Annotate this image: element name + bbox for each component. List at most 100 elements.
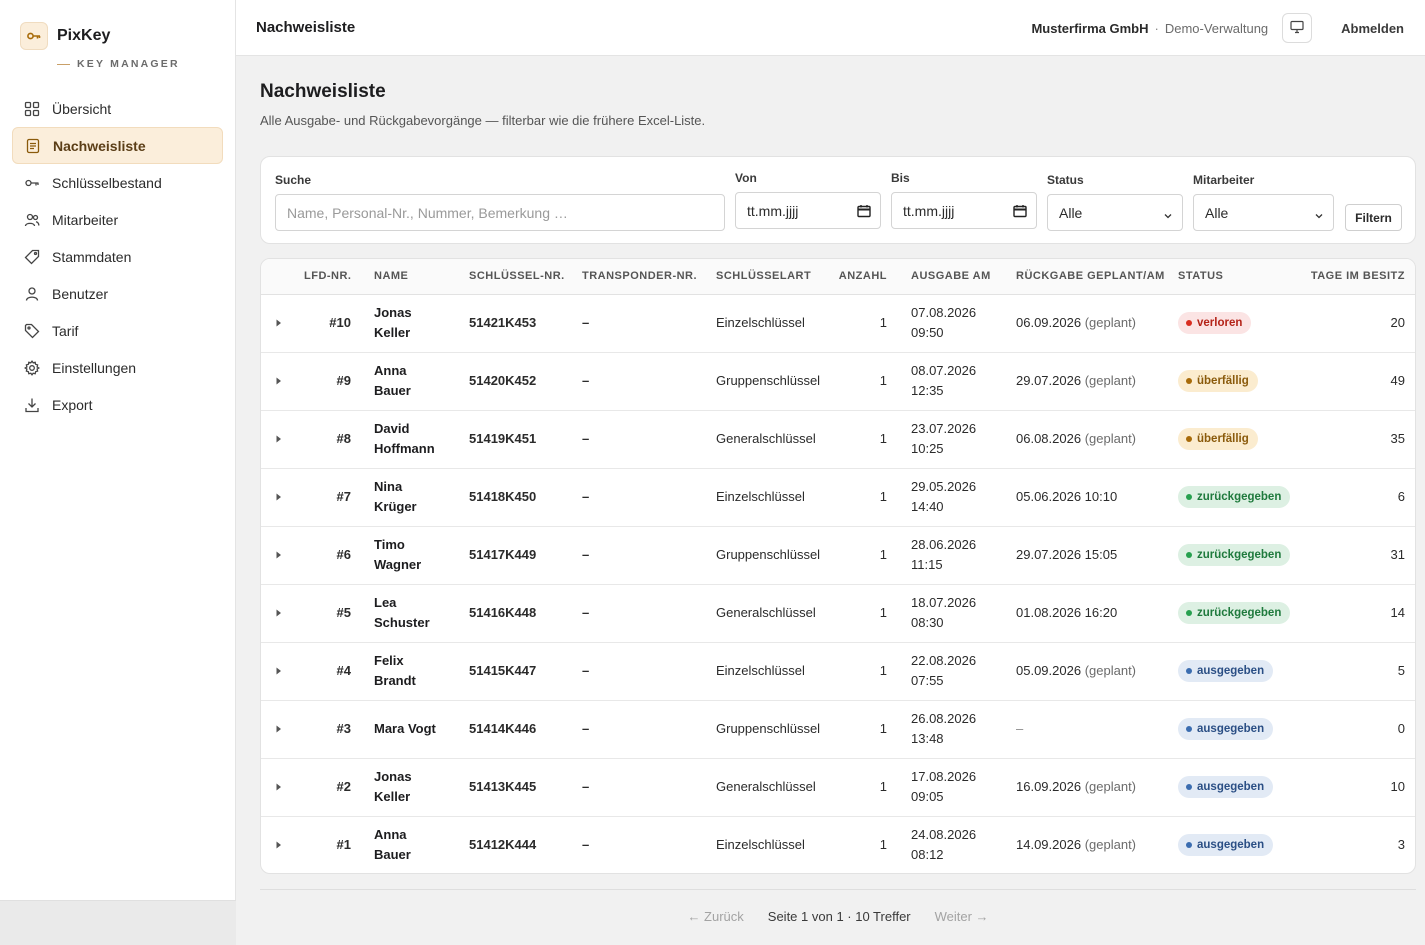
cell-name[interactable]: Nina Krüger [361, 468, 464, 527]
cell-first-name: Anna [374, 827, 407, 843]
cell-issue-day: 18.07.2026 [911, 595, 977, 610]
table-row[interactable]: #9 Anna Bauer 51420K452– Gruppenschlüssel 1 08… [261, 352, 1415, 411]
row-expand-toggle[interactable] [261, 294, 293, 353]
cell-days: 5 [1300, 642, 1415, 701]
cell-count: 1 [831, 352, 905, 411]
table-row[interactable]: #8 David Hoffmann 51419K451– Generalschlüsse… [261, 410, 1415, 469]
sidebar-item-label: Übersicht [52, 100, 112, 117]
cell-name[interactable]: Lea Schuster [361, 584, 464, 643]
brand-subtitle-text: KEY MANAGER [77, 58, 180, 70]
cell-name[interactable]: Mara Vogt [361, 700, 464, 759]
key-icon [24, 175, 40, 191]
pagination-info: Seite 1 von 1 · 10 Treffer [767, 909, 911, 924]
brand-name: PixKey [57, 27, 111, 44]
cell-name[interactable]: Anna Bauer [361, 352, 464, 411]
employee-select[interactable]: Alle [1193, 194, 1334, 231]
employee-label: Mitarbeiter [1193, 173, 1255, 187]
cell-status: überfällig [1172, 410, 1300, 469]
col-transponder-nr[interactable]: TRANSPONDER-NR. [577, 259, 711, 295]
sidebar-item-einstellungen[interactable]: Einstellungen [12, 349, 223, 386]
brand-dash [57, 63, 70, 65]
row-expand-toggle[interactable] [261, 410, 293, 469]
col-days[interactable]: TAGE IM BESITZ [1300, 259, 1415, 295]
logout-button[interactable]: Abmelden [1341, 21, 1404, 36]
col-issue-date[interactable]: AUSGABE AM [905, 259, 1010, 295]
cell-name[interactable]: Jonas Keller [361, 758, 464, 817]
cell-return-date: 16.09.2026 (geplant) [1010, 758, 1172, 817]
sidebar-item-benutzer[interactable]: Benutzer [12, 275, 223, 312]
row-expand-toggle[interactable] [261, 352, 293, 411]
caret-right-icon [276, 431, 282, 446]
row-expand-toggle[interactable] [261, 758, 293, 817]
row-expand-toggle[interactable] [261, 642, 293, 701]
calendar-icon[interactable] [857, 204, 871, 221]
cell-return-date: 05.06.2026 10:10 [1010, 468, 1172, 527]
table-row[interactable]: #7 Nina Krüger 51418K450– Einzelschlüssel 1 29… [261, 468, 1415, 527]
sidebar-item-uebersicht[interactable]: Übersicht [12, 90, 223, 127]
cell-first-name: Jonas [374, 769, 412, 784]
table-row[interactable]: #1 Anna Bauer 51412K444 – Einzelschlüssel 1 24.… [261, 816, 1415, 873]
status-select[interactable]: Alle [1047, 194, 1183, 231]
cell-issue-date: 07.08.2026 09:50 [905, 294, 1010, 353]
cell-transponder-nr: – [577, 584, 711, 643]
sidebar-item-tarif[interactable]: Tarif [12, 312, 223, 349]
cell-key-nr: 51417K449 [464, 526, 577, 585]
sidebar-item-schluesselbestand[interactable]: Schlüsselbestand [12, 164, 223, 201]
cell-status: zurückgegeben [1172, 526, 1300, 585]
cell-status: zurückgegeben [1172, 584, 1300, 643]
status-text: verloren [1197, 317, 1243, 329]
cell-name[interactable]: Anna Bauer [361, 816, 464, 873]
col-return-date[interactable]: RÜCKGABE GEPLANT/AM [1010, 259, 1172, 295]
cell-nr: #4 [293, 642, 361, 701]
display-mode-button[interactable] [1282, 13, 1313, 43]
col-count[interactable]: ANZAHL [831, 259, 905, 295]
status-badge: ausgegeben [1178, 834, 1274, 857]
filter-button[interactable]: Filtern [1345, 204, 1402, 231]
status-badge: ausgegeben [1178, 776, 1274, 798]
cell-nr: #6 [293, 526, 361, 585]
cell-issue-day: 17.08.2026 [911, 769, 977, 784]
sidebar-item-mitarbeiter[interactable]: Mitarbeiter [12, 201, 223, 238]
caret-right-icon [276, 779, 282, 794]
table-row[interactable]: #6 Timo Wagner 51417K449– Gruppenschlüssel 1 2… [261, 526, 1415, 585]
col-name[interactable]: NAME [361, 259, 464, 295]
key-logo-icon [20, 22, 48, 50]
chevron-down-icon [1314, 208, 1324, 224]
status-text: zurückgegeben [1197, 549, 1282, 561]
cell-return-date: – [1010, 700, 1172, 759]
cell-name[interactable]: David Hoffmann [361, 410, 464, 469]
col-nr[interactable]: LFD-NR. [293, 259, 361, 295]
cell-key-nr: 51412K444 [469, 837, 537, 853]
cell-name[interactable]: Jonas Keller [361, 294, 464, 353]
table-row[interactable]: #3 Mara Vogt 51414K446– Gruppenschlüssel 1 26… [261, 700, 1415, 759]
col-key-nr[interactable]: SCHLÜSSEL-NR. [464, 259, 577, 295]
search-input[interactable]: Name, Personal-Nr., Nummer, Bemerkung … [275, 194, 725, 231]
row-expand-toggle[interactable] [261, 816, 293, 873]
col-status[interactable]: STATUS [1172, 259, 1300, 295]
next-page-button[interactable]: Weiter → [935, 909, 989, 924]
table-row[interactable]: #2 Jonas Keller 51413K445– Generalschlüssel 1… [261, 758, 1415, 817]
cell-name[interactable]: Felix Brandt [361, 642, 464, 701]
date-from-input[interactable]: tt.mm.jjjj [735, 192, 881, 229]
row-expand-toggle[interactable] [261, 468, 293, 527]
col-key-type[interactable]: SCHLÜSSELART [711, 259, 831, 295]
row-expand-toggle[interactable] [261, 700, 293, 759]
sidebar-item-nachweisliste[interactable]: Nachweisliste [12, 127, 223, 164]
cell-return-note: (geplant) [1084, 663, 1137, 678]
brand[interactable]: PixKey [20, 22, 110, 50]
sidebar-item-export[interactable]: Export [12, 386, 223, 423]
date-from-label: Von [735, 171, 757, 185]
row-expand-toggle[interactable] [261, 584, 293, 643]
cell-status: verloren [1172, 294, 1300, 353]
table-row[interactable]: #5 Lea Schuster 51416K448– Generalschlüssel 1… [261, 584, 1415, 643]
cell-key-type: Generalschlüssel [711, 410, 831, 469]
row-expand-toggle[interactable] [261, 526, 293, 585]
date-to-input[interactable]: tt.mm.jjjj [891, 192, 1037, 229]
prev-page-button[interactable]: ← Zurück [687, 909, 743, 924]
cell-name[interactable]: Timo Wagner [361, 526, 464, 585]
table-row[interactable]: #10 Jonas Keller 51421K453– Einzelschlüssel 1… [261, 294, 1415, 353]
table-row[interactable]: #4 Felix Brandt 51415K447– Einzelschlüssel 1 2… [261, 642, 1415, 701]
sidebar-item-stammdaten[interactable]: Stammdaten [12, 238, 223, 275]
cell-status: ausgegeben [1172, 758, 1300, 817]
calendar-icon[interactable] [1013, 204, 1027, 221]
